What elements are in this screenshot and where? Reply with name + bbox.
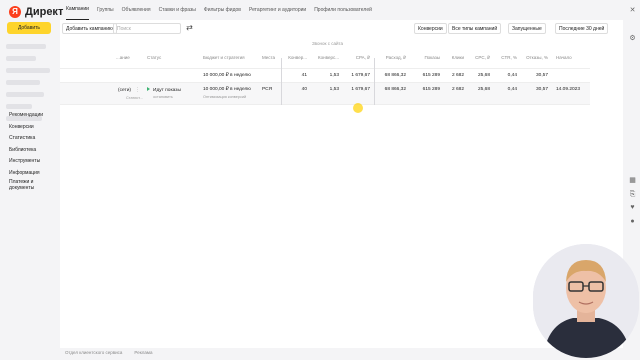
tab-bids[interactable]: Ставки и фразы (159, 0, 196, 20)
campaign-conv-rate: 1,53 (329, 87, 339, 92)
campaign-row[interactable]: (сети) Статист... ⋮ Идут показы останови… (60, 82, 590, 105)
col-budget[interactable]: Бюджет и стратегия (203, 48, 245, 68)
stop-campaign-link[interactable]: остановить (153, 95, 173, 99)
totals-row: 10 000,00 ₽ в неделю 41 1,53 1 679,67 68… (60, 68, 590, 82)
campaign-type-dropdown[interactable]: Все типы кампаний (448, 23, 502, 34)
period-dropdown[interactable]: Последние 30 дней (555, 23, 609, 34)
column-divider (281, 58, 282, 105)
campaign-strategy: Оптимизация конверсий (203, 95, 247, 99)
toolbar: Добавить кампанию Поиск ⇄ Конверсии Все … (60, 20, 623, 37)
logo[interactable]: Я Директ (9, 6, 63, 18)
share-icon[interactable]: ⎘ (628, 190, 637, 199)
app-title: Директ (25, 6, 64, 18)
webcam-overlay (533, 244, 639, 358)
total-spend: 68 866,32 (384, 73, 406, 78)
grid-icon[interactable]: ▦ (628, 176, 637, 185)
sidebar-item-payments[interactable]: Платежи и документы (9, 179, 59, 193)
sidebar-item-library[interactable]: Библиотека (9, 145, 59, 157)
filter-settings-icon[interactable]: ⇄ (184, 23, 195, 34)
tab-groups[interactable]: Группы (97, 0, 114, 20)
campaign-clicks: 2 682 (451, 87, 464, 92)
col-conversions-1[interactable]: Конвер... (283, 48, 307, 68)
campaign-placement: РСЯ (262, 87, 273, 92)
tab-ads[interactable]: Объявления (122, 0, 151, 20)
campaign-cpa: 1 679,67 (351, 87, 370, 92)
col-clicks[interactable]: Клики (446, 48, 464, 68)
col-placement[interactable]: Места (262, 48, 275, 68)
campaign-ctr: 0,44 (507, 87, 517, 92)
tab-retargeting[interactable]: Ретаргетинг и аудитории (249, 0, 306, 20)
close-icon[interactable]: ✕ (628, 6, 637, 15)
campaign-cpc: 25,68 (477, 87, 490, 92)
campaign-stats-link[interactable]: Статист... (126, 96, 143, 100)
campaign-spend: 68 866,32 (384, 87, 406, 92)
col-conversions-2[interactable]: Конверс... (311, 48, 339, 68)
total-conversions: 41 (301, 73, 307, 78)
col-name[interactable]: ...ание (116, 48, 130, 68)
user-icon[interactable]: ● (628, 217, 637, 226)
campaign-name[interactable]: (сети) (118, 88, 131, 93)
col-impressions[interactable]: Показы (415, 48, 440, 68)
mouse-cursor-highlight (353, 103, 363, 113)
campaign-budget[interactable]: 10 000,00 ₽ в неделю (203, 87, 251, 92)
col-spend[interactable]: Расход, ₽ (380, 48, 406, 68)
total-clicks: 2 682 (451, 73, 464, 78)
tab-user-profiles[interactable]: Профили пользователей (314, 0, 372, 20)
footer-link-ads[interactable]: Реклама (134, 350, 152, 355)
status-filter-dropdown[interactable]: Запущенные (508, 23, 546, 34)
sidebar-nav: Рекомендации Конверсии Статистика Библио… (9, 110, 59, 193)
total-cpa: 1 679,67 (351, 73, 370, 78)
more-options-icon[interactable]: ⋮ (135, 88, 140, 93)
add-campaign-button[interactable]: Добавить кампанию (62, 23, 117, 34)
campaign-conversions: 40 (301, 87, 307, 92)
total-budget: 10 000,00 ₽ в неделю (203, 73, 251, 78)
total-ctr: 0,44 (507, 73, 517, 78)
col-bounce[interactable]: Отказы, % (522, 48, 548, 68)
campaign-start-date: 14.09.2023 (556, 87, 581, 92)
search-input[interactable]: Поиск (113, 23, 181, 34)
column-divider (374, 58, 375, 105)
col-cpa[interactable]: CPA, ₽ (344, 48, 370, 68)
footer: Отдел клиентского сервиса Реклама (65, 350, 152, 355)
sidebar-item-recommendations[interactable]: Рекомендации (9, 110, 59, 122)
like-icon[interactable]: ♥ (628, 203, 637, 212)
sidebar: Я Директ Добавить Рекомендации Конверсии… (0, 0, 63, 360)
col-cpc[interactable]: CPC, ₽ (470, 48, 490, 68)
campaign-status: Идут показы (147, 87, 181, 93)
conversions-dropdown[interactable]: Конверсии (414, 23, 447, 34)
presenter-image (533, 244, 639, 358)
campaign-bounce: 30,57 (535, 87, 548, 92)
sidebar-item-tools[interactable]: Инструменты (9, 156, 59, 168)
settings-icon[interactable]: ⚙ (628, 34, 637, 43)
col-start[interactable]: Начало (556, 48, 572, 68)
col-ctr[interactable]: CTR, % (495, 48, 517, 68)
yandex-logo-icon: Я (9, 6, 21, 18)
sidebar-item-conversions[interactable]: Конверсии (9, 122, 59, 134)
total-cpc: 25,68 (477, 73, 490, 78)
tab-campaigns[interactable]: Кампании (66, 0, 89, 20)
sidebar-item-statistics[interactable]: Статистика (9, 133, 59, 145)
total-conv-rate: 1,53 (329, 73, 339, 78)
sidebar-item-information[interactable]: Информация (9, 168, 59, 180)
total-bounce: 30,57 (535, 73, 548, 78)
campaign-impressions: 615 289 (422, 87, 440, 92)
status-text: Идут показы (153, 88, 181, 93)
tab-feed-filters[interactable]: Фильтры фидов (204, 0, 241, 20)
footer-link-support[interactable]: Отдел клиентского сервиса (65, 350, 122, 355)
top-tabs: Кампании Группы Объявления Ставки и фраз… (60, 0, 620, 20)
add-button[interactable]: Добавить (7, 22, 51, 34)
play-icon (147, 87, 150, 91)
total-impressions: 615 289 (422, 73, 440, 78)
col-status[interactable]: Статус (147, 48, 161, 68)
